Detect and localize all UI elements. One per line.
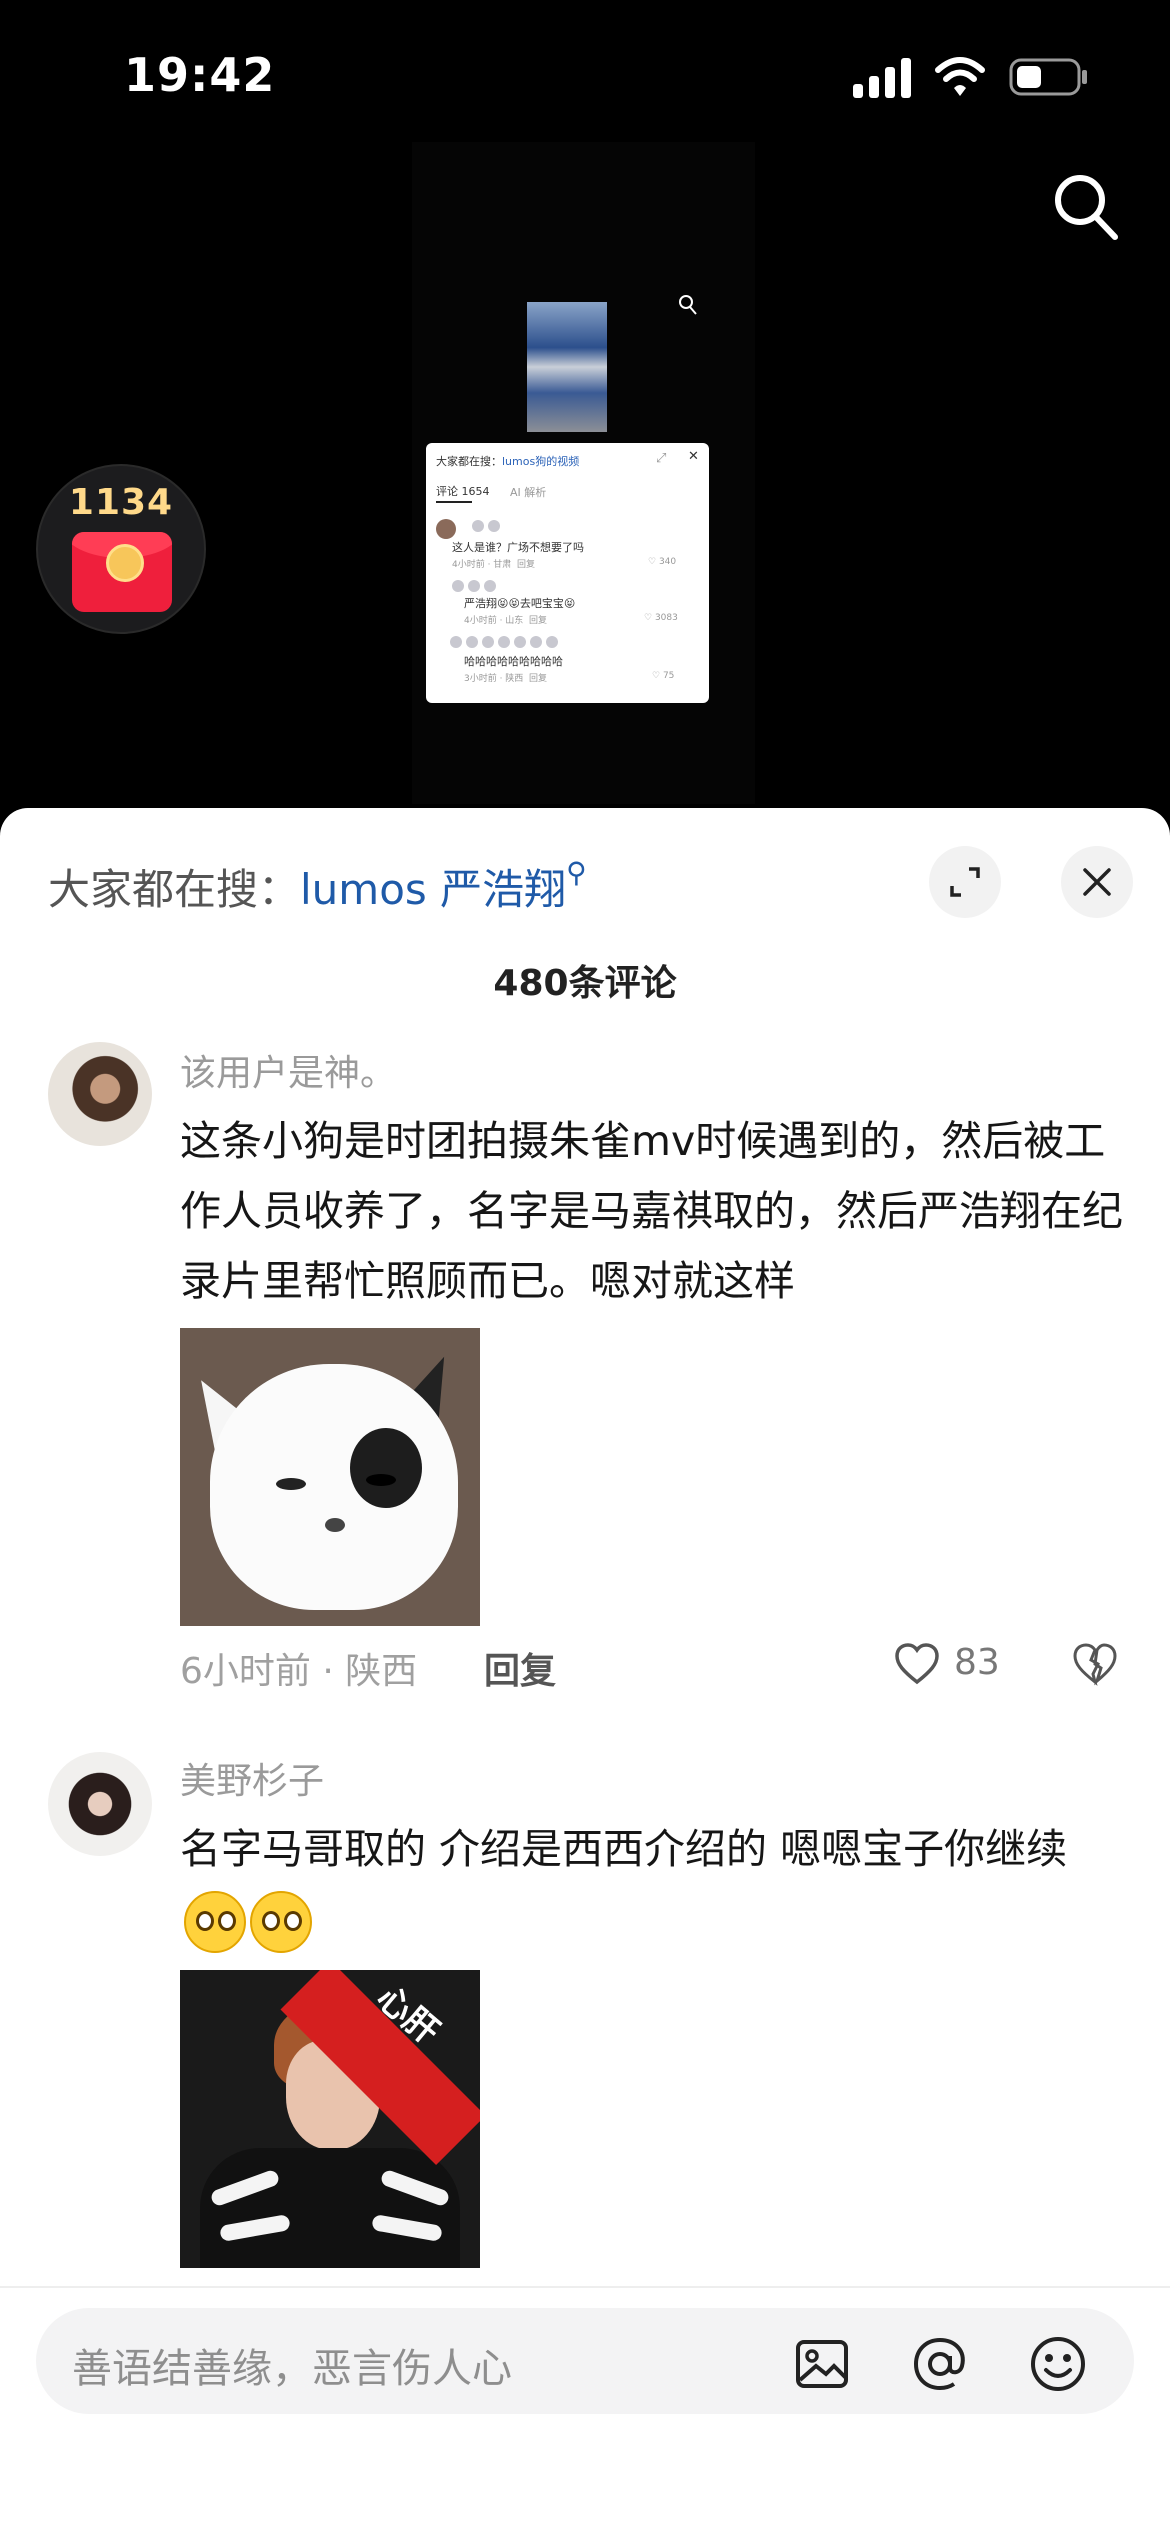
heart-icon[interactable]	[893, 1640, 941, 1688]
comment-sticker-cat[interactable]	[180, 1328, 480, 1626]
preview-comment-meta: 3小时前 · 陕西	[464, 674, 524, 684]
comment-count-title: 480条评论	[493, 963, 677, 1004]
comment-input[interactable]: 善语结善缘，恶言伤人心	[36, 2308, 1134, 2414]
comment-sticker-photo[interactable]: 心肝	[180, 1970, 480, 2268]
preview-like-count: 340	[658, 557, 677, 567]
close-icon	[1083, 868, 1111, 896]
comment-sheet: 大家都在搜：lumos 严浩翔⚲ 480条评论 该用户是神。 这条小狗是时团拍摄…	[0, 808, 1170, 2532]
emoji-icon	[250, 1891, 312, 1953]
avatar[interactable]	[48, 1752, 152, 1856]
comment-text[interactable]: 名字马哥取的 介绍是西西介绍的 嗯嗯宝子你继续	[180, 1814, 1130, 1954]
preview-comment-meta: 4小时前 · 甘肃	[452, 560, 512, 570]
preview-comment-reply: 回复	[529, 674, 548, 684]
comment-text[interactable]: 这条小狗是时团拍摄朱雀mv时候遇到的，然后被工作人员收养了，名字是马嘉祺取的，然…	[180, 1106, 1130, 1316]
like-count: 83	[954, 1642, 1000, 1683]
expand-button[interactable]	[929, 846, 1001, 918]
hot-search-prefix: 大家都在搜：	[48, 865, 301, 914]
mention-icon[interactable]	[910, 2334, 970, 2394]
avatar[interactable]	[48, 1042, 152, 1146]
preview-comment-text: 这人是谁？广场不想要了吗	[452, 541, 584, 554]
preview-comment-reply: 回复	[517, 560, 536, 570]
wifi-icon	[935, 57, 985, 96]
comment-input-placeholder: 善语结善缘，恶言伤人心	[72, 2346, 512, 2392]
emoji-icon	[184, 1891, 246, 1953]
search-icon	[679, 295, 697, 315]
preview-like-count: 75	[662, 671, 675, 681]
hot-search-link[interactable]: 大家都在搜：lumos 严浩翔⚲	[48, 856, 587, 917]
comment-input-bar: 善语结善缘，恶言伤人心	[0, 2286, 1170, 2532]
preview-hot-search-prefix: 大家都在搜：	[436, 455, 502, 468]
reply-button[interactable]: 回复	[484, 1642, 556, 1694]
video-thumbnail	[527, 302, 607, 432]
expand-icon	[950, 867, 980, 897]
status-time: 19:42	[124, 48, 276, 102]
comment-meta: 6小时前 · 陕西	[180, 1651, 418, 1692]
avatar	[436, 519, 456, 539]
search-icon: ⚲	[566, 856, 587, 889]
battery-icon	[1009, 58, 1087, 96]
preview-comment-text: 哈哈哈哈哈哈哈哈哈	[464, 655, 563, 668]
emoji-icon[interactable]	[1028, 2334, 1088, 2394]
preview-tab-ai: AI 解析	[510, 486, 547, 499]
preview-comment-text: 严浩翔😝😝去吧宝宝😝	[464, 597, 576, 610]
search-icon[interactable]	[1053, 172, 1119, 242]
red-packet-button[interactable]: 1134	[36, 464, 206, 634]
cellular-signal-icon	[853, 58, 911, 98]
comment-username[interactable]: 该用户是神。	[180, 1044, 396, 1096]
preview-tab-comments: 评论 1654	[436, 485, 490, 498]
preview-hot-search-keyword: lumos狗的视频	[502, 455, 580, 468]
red-envelope-icon	[72, 532, 172, 612]
preview-like-count: 3083	[654, 613, 678, 623]
image-icon[interactable]	[792, 2334, 852, 2394]
comment-text-body: 名字马哥取的 介绍是西西介绍的 嗯嗯宝子你继续	[180, 1825, 1068, 1873]
hot-search-keyword: lumos 严浩翔	[300, 865, 567, 914]
close-button[interactable]	[1061, 846, 1133, 918]
preview-comment-reply: 回复	[529, 616, 548, 626]
red-packet-count: 1134	[68, 482, 174, 523]
preview-comment-meta: 4小时前 · 山东	[464, 616, 524, 626]
video-comment-preview: 大家都在搜：lumos狗的视频 ⤢ ✕ 评论 1654 AI 解析 这人是谁？广…	[426, 443, 709, 703]
comment-username[interactable]: 美野杉子	[180, 1752, 324, 1804]
broken-heart-icon[interactable]	[1071, 1640, 1119, 1688]
